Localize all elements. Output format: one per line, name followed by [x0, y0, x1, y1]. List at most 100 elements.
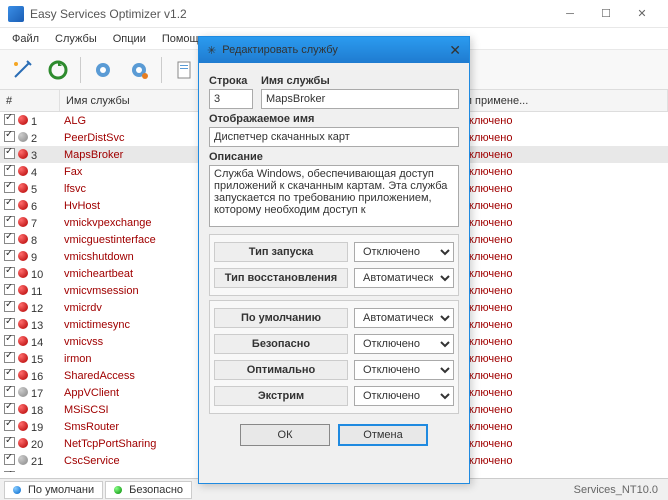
service-status: тключено [460, 217, 668, 229]
status-dot-icon [18, 285, 28, 295]
row-num: 10 [31, 269, 43, 281]
row-checkbox[interactable] [4, 471, 15, 473]
status-dot-icon [18, 353, 28, 363]
ok-button[interactable]: ОК [240, 424, 330, 446]
safe-select[interactable]: Отключено [354, 334, 454, 354]
col-num[interactable]: # [0, 90, 60, 111]
display-input[interactable] [209, 127, 459, 147]
row-checkbox[interactable] [4, 369, 15, 380]
row-checkbox[interactable] [4, 437, 15, 448]
row-checkbox[interactable] [4, 250, 15, 261]
service-status: тключено [460, 200, 668, 212]
col-apply[interactable]: п примене... [460, 90, 668, 111]
status-dot-icon [18, 149, 28, 159]
status-dot-icon [18, 166, 28, 176]
service-status: тключено [460, 234, 668, 246]
row-checkbox[interactable] [4, 216, 15, 227]
service-status: тключено [460, 132, 668, 144]
service-status: тключено [460, 166, 668, 178]
service-status: тключено [460, 421, 668, 433]
optimal-select[interactable]: Отключено [354, 360, 454, 380]
row-num: 5 [31, 184, 37, 196]
menu-options[interactable]: Опции [105, 30, 154, 48]
row-checkbox[interactable] [4, 318, 15, 329]
status-dot-icon [18, 455, 28, 465]
status-dot-icon [18, 387, 28, 397]
status-dot-icon [18, 234, 28, 244]
tab-default[interactable]: По умолчани [4, 481, 103, 499]
maximize-button[interactable]: ☐ [588, 0, 624, 28]
dialog-close-icon[interactable]: ✕ [449, 42, 461, 59]
row-checkbox[interactable] [4, 148, 15, 159]
row-num: 15 [31, 354, 43, 366]
status-dot-icon [18, 115, 28, 125]
status-dot-icon [18, 370, 28, 380]
service-status: тключено [460, 251, 668, 263]
extreme-select[interactable]: Отключено [354, 386, 454, 406]
app-icon [8, 6, 24, 22]
row-checkbox[interactable] [4, 131, 15, 142]
row-checkbox[interactable] [4, 199, 15, 210]
row-checkbox[interactable] [4, 403, 15, 414]
label-startup: Тип запуска [214, 242, 348, 262]
label-name: Имя службы [261, 75, 459, 87]
row-num: 7 [31, 218, 37, 230]
window-title: Easy Services Optimizer v1.2 [30, 7, 552, 21]
row-checkbox[interactable] [4, 165, 15, 176]
tab-safe[interactable]: Безопасно [105, 481, 192, 499]
label-safe: Безопасно [214, 334, 348, 354]
row-checkbox[interactable] [4, 267, 15, 278]
status-dot-icon [18, 251, 28, 261]
row-num: 12 [31, 303, 43, 315]
status-dot-icon [18, 132, 28, 142]
row-checkbox[interactable] [4, 386, 15, 397]
row-checkbox[interactable] [4, 114, 15, 125]
row-checkbox[interactable] [4, 233, 15, 244]
edit-service-dialog: ✳ Редактировать службу ✕ Строка Имя служ… [198, 36, 470, 484]
close-button[interactable]: ✕ [624, 0, 660, 28]
menu-file[interactable]: Файл [4, 30, 47, 48]
row-num: 8 [31, 235, 37, 247]
tool-gear2-icon[interactable] [123, 54, 155, 86]
service-status: тключено [460, 319, 668, 331]
startup-select[interactable]: Отключено [354, 242, 454, 262]
status-text: Services_NT10.0 [568, 484, 664, 496]
tool-wand-icon[interactable] [6, 54, 38, 86]
status-dot-icon [18, 336, 28, 346]
name-input[interactable] [261, 89, 459, 109]
service-status: тключено [460, 455, 668, 467]
row-checkbox[interactable] [4, 182, 15, 193]
row-checkbox[interactable] [4, 335, 15, 346]
label-desc: Описание [209, 151, 459, 163]
row-checkbox[interactable] [4, 454, 15, 465]
default-select[interactable]: Автоматически [354, 308, 454, 328]
tool-gear1-icon[interactable] [87, 54, 119, 86]
status-dot-icon [18, 268, 28, 278]
label-extreme: Экстрим [214, 386, 348, 406]
status-dot-icon [18, 200, 28, 210]
recovery-select[interactable]: Автоматически [354, 268, 454, 288]
minimize-button[interactable]: ─ [552, 0, 588, 28]
label-row: Строка [209, 75, 253, 87]
dialog-titlebar[interactable]: ✳ Редактировать службу ✕ [199, 37, 469, 63]
row-checkbox[interactable] [4, 284, 15, 295]
cancel-button[interactable]: Отмена [338, 424, 428, 446]
tool-refresh-icon[interactable] [42, 54, 74, 86]
toolbar-separator [80, 57, 81, 83]
status-dot-icon [18, 217, 28, 227]
service-status: тключено [460, 183, 668, 195]
titlebar: Easy Services Optimizer v1.2 ─ ☐ ✕ [0, 0, 668, 28]
row-checkbox[interactable] [4, 352, 15, 363]
row-num: 1 [31, 116, 37, 128]
menu-services[interactable]: Службы [47, 30, 105, 48]
tool-doc-icon[interactable] [168, 54, 200, 86]
row-num: 20 [31, 439, 43, 451]
service-status: тключено [460, 115, 668, 127]
service-status: тключено [460, 268, 668, 280]
service-status: тключено [460, 370, 668, 382]
service-status: тключено [460, 285, 668, 297]
row-input[interactable] [209, 89, 253, 109]
desc-textarea[interactable]: Служба Windows, обеспечивающая доступ пр… [209, 165, 459, 227]
row-checkbox[interactable] [4, 420, 15, 431]
row-checkbox[interactable] [4, 301, 15, 312]
